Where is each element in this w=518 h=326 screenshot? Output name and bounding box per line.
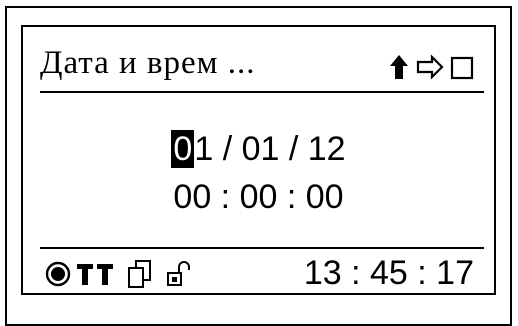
lcd-screen: Дата и врем ... 01 / 01 / 12 00 : 00 : 0… (21, 25, 496, 295)
date-field[interactable]: 01 / 01 / 12 (23, 129, 494, 169)
header-icons (384, 51, 494, 83)
arrow-up-icon[interactable] (390, 55, 408, 79)
header-divider (40, 91, 484, 93)
copy-icon (128, 260, 151, 288)
edit-cursor[interactable]: 0 (171, 130, 195, 168)
checkbox-icon[interactable] (450, 56, 474, 80)
antenna-icon (77, 264, 93, 285)
time-field[interactable]: 00 : 00 : 00 (23, 177, 494, 217)
status-clock: 13 : 45 : 17 (303, 254, 474, 292)
unlock-icon (167, 261, 190, 286)
status-divider (40, 247, 484, 249)
antenna-icon (97, 264, 113, 285)
date-value: 1 / 01 / 12 (194, 130, 346, 168)
record-dot-icon (45, 261, 71, 287)
page-title: Дата и врем ... (40, 45, 256, 81)
arrow-right-icon[interactable] (416, 54, 444, 80)
status-icons (45, 257, 245, 289)
